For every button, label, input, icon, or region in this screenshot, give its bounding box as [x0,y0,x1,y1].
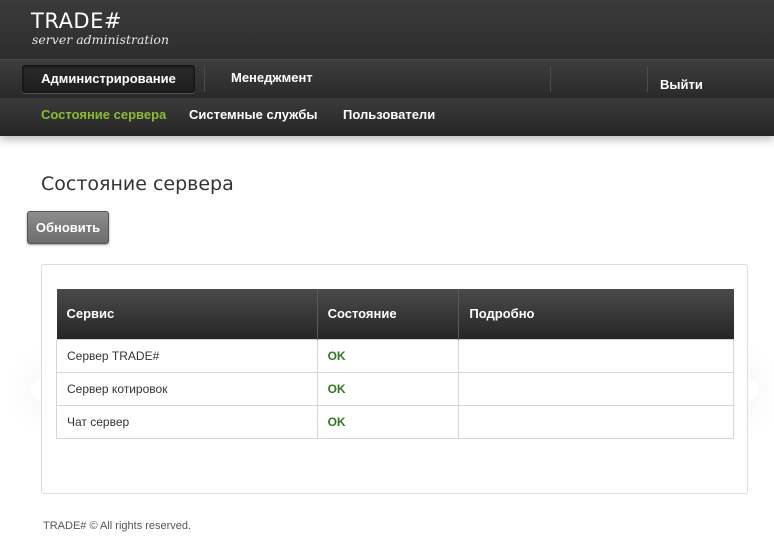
topnav-item-administration[interactable]: Администрирование [22,65,195,93]
service-name-cell: Сервер котировок [56,371,318,406]
logout-button[interactable]: Выйти [660,72,703,98]
service-name-cell: Чат сервер [56,404,318,439]
table-row: Сервер котировок OK [56,371,734,406]
topnav-item-management[interactable]: Менеджмент [231,65,313,93]
details-cell [458,404,734,439]
table-header-row: Сервис Состояние Подробно [56,289,734,339]
brand-title: TRADE# [31,9,122,33]
top-navigation: Администрирование Менеджмент Выйти [0,59,774,98]
subnav-item-system-services[interactable]: Системные службы [189,107,318,122]
app-header: TRADE# server administration [0,0,774,59]
topnav-separator [204,66,205,92]
footer-copyright: TRADE# © All rights reserved. [43,520,192,532]
status-cell: OK [316,404,460,439]
table-row: Сервер TRADE# OK [56,338,734,373]
topnav-separator [647,66,648,92]
topnav-separator [550,66,551,92]
status-cell: OK [316,338,460,373]
sub-navigation: Состояние сервера Системные службы Польз… [0,98,774,136]
details-cell [458,371,734,406]
column-header-details[interactable]: Подробно [458,289,734,339]
service-name-cell: Сервер TRADE# [56,338,318,373]
page-title: Состояние сервера [41,173,234,195]
subnav-item-users[interactable]: Пользователи [343,107,435,122]
subnav-item-server-status[interactable]: Состояние сервера [41,107,166,122]
column-header-service[interactable]: Сервис [56,289,318,339]
refresh-button[interactable]: Обновить [27,211,109,244]
status-cell: OK [316,371,460,406]
brand-subtitle: server administration [32,32,170,47]
details-cell [458,338,734,373]
service-status-table: Сервис Состояние Подробно Сервер TRADE# … [56,289,734,439]
column-header-status[interactable]: Состояние [317,289,460,339]
table-row: Чат сервер OK [56,404,734,439]
